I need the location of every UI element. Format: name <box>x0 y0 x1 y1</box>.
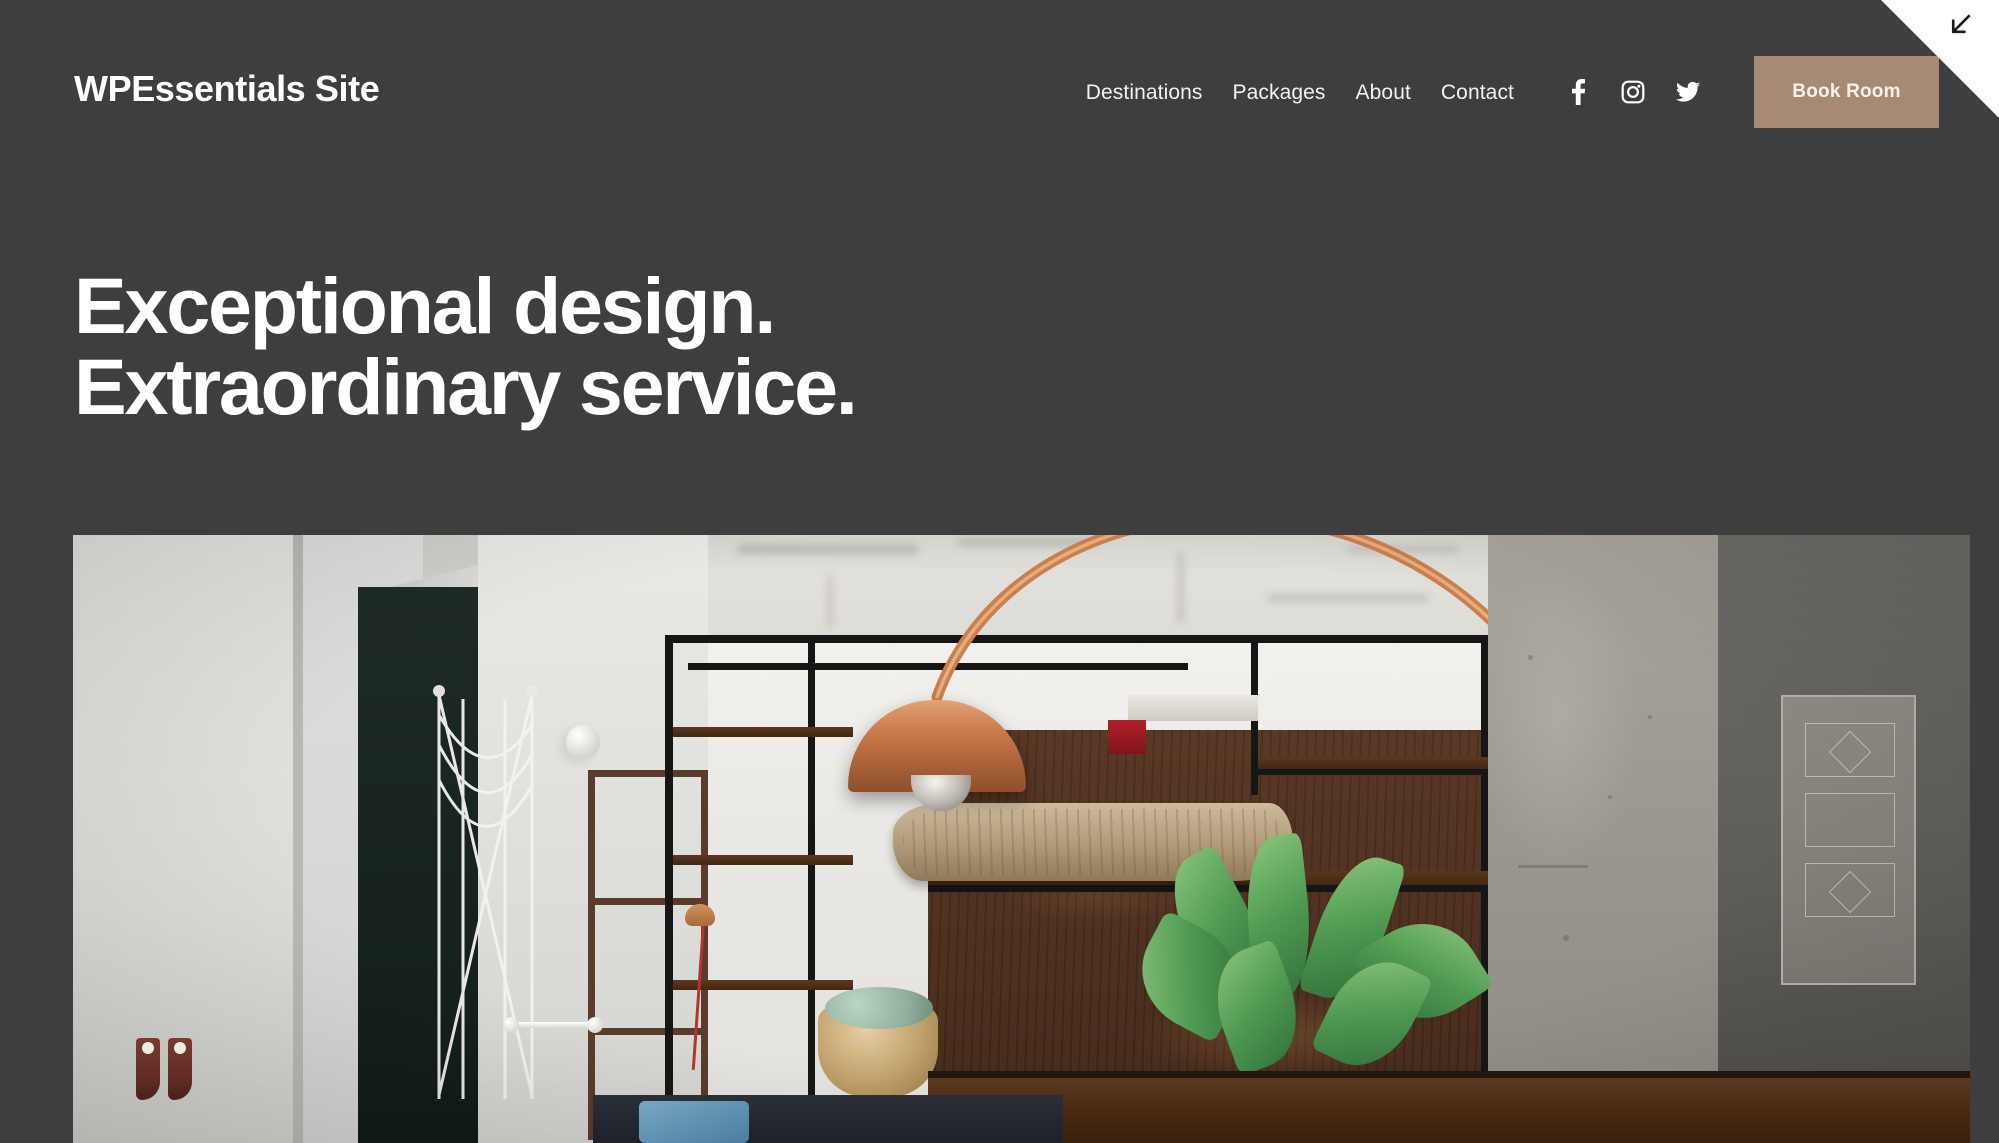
scene-desk-lamp <box>681 880 721 1080</box>
scene-counter-lip <box>928 1071 1970 1078</box>
scene-shelf-edge-d <box>1258 769 1488 775</box>
scene-shelf-board-a <box>673 727 853 737</box>
nav-item-packages[interactable]: Packages <box>1233 82 1326 103</box>
scene-shelf-rail-top <box>665 635 1488 643</box>
scene-wall-seam <box>293 535 303 1143</box>
scene-books <box>1128 695 1258 721</box>
header-nav-cluster: Destinations Packages About Contact Book… <box>1086 56 1999 128</box>
page-root: WPEssentials Site Destinations Packages … <box>0 0 1999 1143</box>
corner-triangle <box>1881 0 1999 118</box>
scene-wood-counter <box>928 1075 1970 1143</box>
scene-shelf-board-b <box>673 855 853 865</box>
site-header: WPEssentials Site Destinations Packages … <box>0 0 1999 150</box>
nav-item-destinations[interactable]: Destinations <box>1086 82 1203 103</box>
nav-item-contact[interactable]: Contact <box>1441 82 1514 103</box>
hero-image[interactable] <box>73 535 1970 1143</box>
scene-concrete-column <box>1488 535 1718 1143</box>
interior-scene-illustration <box>73 535 1970 1143</box>
scene-shelf-board-d <box>1258 757 1488 769</box>
scene-shelf-post-left <box>665 635 673 1143</box>
scene-shelf-rail-a <box>688 663 1188 670</box>
scene-framed-artwork <box>1781 695 1916 985</box>
scene-leather-wall-hooks <box>136 1038 214 1102</box>
scene-shelf-post-mid <box>808 635 815 1143</box>
hero-heading-line-2: Extraordinary service. <box>74 342 858 432</box>
instagram-icon[interactable] <box>1621 79 1645 105</box>
facebook-icon[interactable] <box>1566 79 1590 105</box>
hero-heading: Exceptional design. Extraordinary servic… <box>74 261 858 432</box>
twitter-icon[interactable] <box>1676 79 1700 105</box>
primary-navigation: Destinations Packages About Contact <box>1086 82 1514 103</box>
arrow-down-left-icon[interactable] <box>1945 10 1975 40</box>
scene-bed-throw <box>639 1101 749 1143</box>
scene-succulent <box>825 987 933 1029</box>
social-links <box>1566 79 1700 105</box>
scene-wall-sconce <box>566 725 600 759</box>
scene-red-box <box>1108 720 1146 754</box>
nav-item-about[interactable]: About <box>1356 82 1411 103</box>
hero-heading-line-1: Exceptional design. <box>74 261 776 350</box>
scene-towel-rack <box>503 1013 603 1043</box>
scene-concrete-ceiling <box>708 535 1488 640</box>
site-title[interactable]: WPEssentials Site <box>74 71 380 107</box>
corner-collapse-badge[interactable] <box>1881 0 1999 118</box>
